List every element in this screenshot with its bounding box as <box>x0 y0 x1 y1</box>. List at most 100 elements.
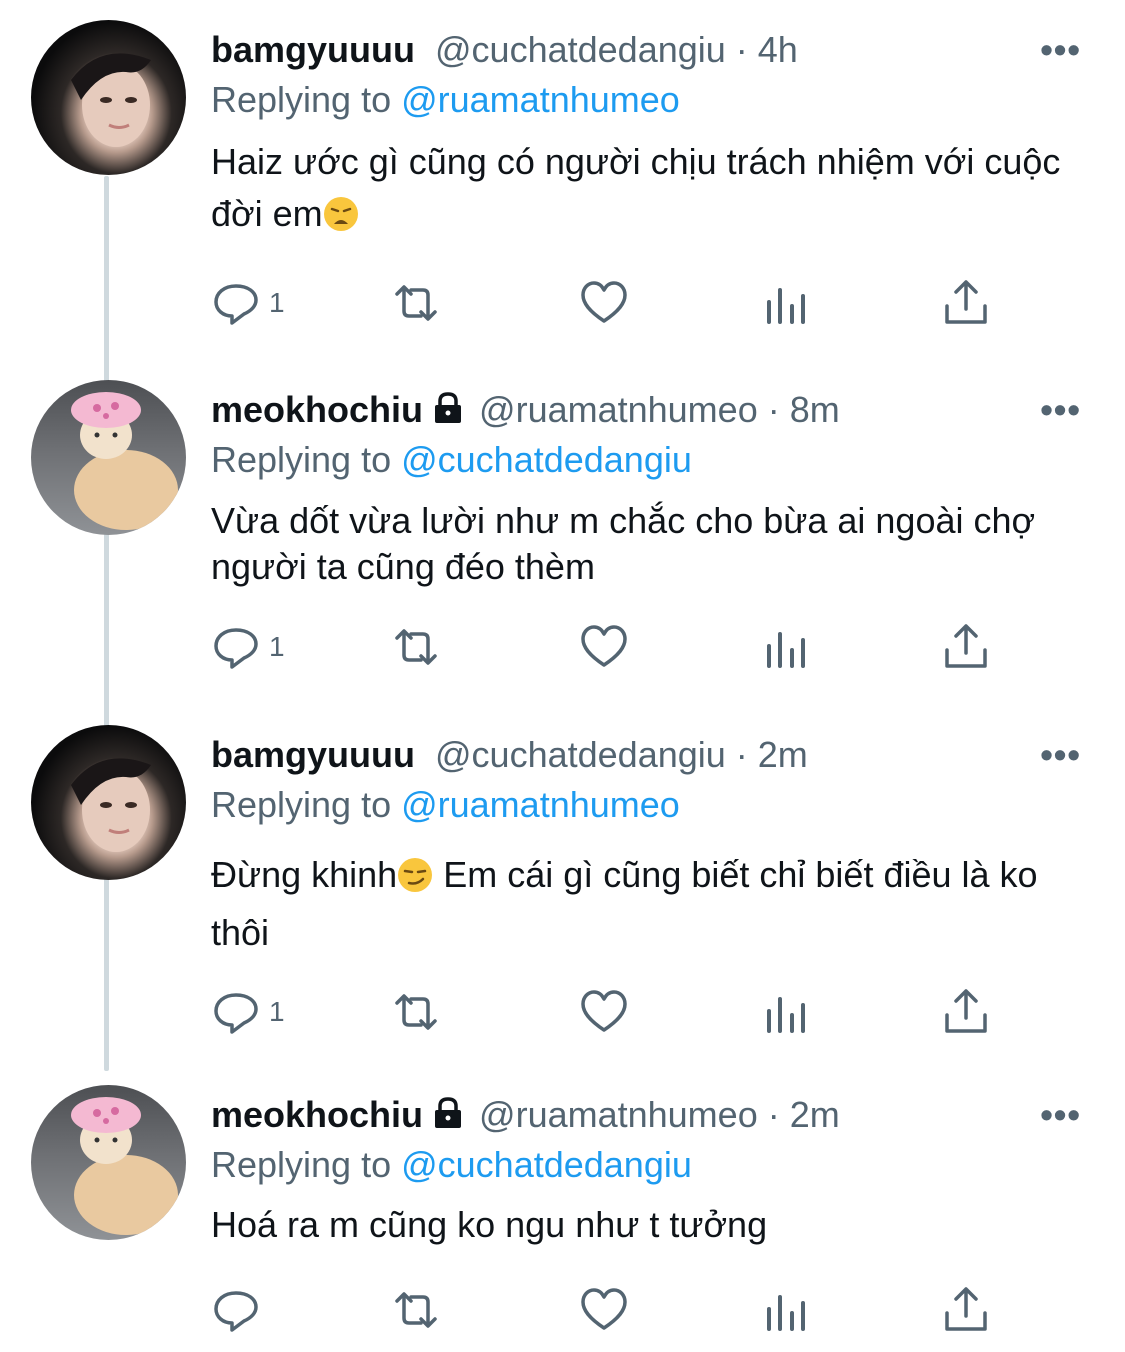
analytics-button[interactable] <box>761 987 811 1037</box>
display-name[interactable]: bamgyuuuu <box>211 29 415 70</box>
reply-button[interactable] <box>211 1285 269 1335</box>
lock-icon <box>431 391 465 435</box>
mention-link[interactable]: @ruamatnhumeo <box>401 79 680 120</box>
tweet-header: bamgyuuuu @cuchatdedangiu · 4h <box>211 28 1085 72</box>
retweet-icon <box>395 1292 437 1328</box>
tweet-text: Hoá ra m cũng ko ngu như t tưởng <box>211 1199 1091 1251</box>
replying-to-label: Replying to <box>211 784 402 825</box>
share-icon <box>945 989 987 1033</box>
share-button[interactable] <box>941 278 991 328</box>
avatar[interactable] <box>31 20 186 175</box>
tweet-text: Đừng khinh Em cái gì cũng biết chỉ biết … <box>211 849 1091 959</box>
heart-icon <box>581 281 627 323</box>
tweet-actions: 1 <box>211 278 1011 338</box>
user-handle[interactable]: @ruamatnhumeo <box>479 1094 758 1135</box>
separator-dot: · <box>725 734 758 775</box>
reply-count: 1 <box>269 631 285 662</box>
retweet-icon <box>395 285 437 321</box>
reply-icon <box>214 1291 258 1332</box>
retweet-icon <box>395 994 437 1030</box>
more-options-icon[interactable]: ••• <box>1040 392 1081 428</box>
analytics-icon <box>767 1295 805 1331</box>
timestamp[interactable]: 2m <box>790 1094 840 1135</box>
retweet-button[interactable] <box>391 622 441 672</box>
analytics-icon <box>767 632 805 668</box>
tweet-text-content: Vừa dốt vừa lười như m chắc cho bừa ai n… <box>211 500 1036 587</box>
reply-icon <box>214 993 258 1034</box>
more-options-icon[interactable]: ••• <box>1040 737 1081 773</box>
tweet[interactable]: bamgyuuuu @cuchatdedangiu · 2m ••• Reply… <box>0 725 1125 1085</box>
like-button[interactable] <box>579 1285 629 1335</box>
reply-count: 1 <box>269 996 285 1027</box>
analytics-icon <box>767 997 805 1033</box>
timestamp[interactable]: 4h <box>758 29 798 70</box>
replying-to-line: Replying to @ruamatnhumeo <box>211 783 680 827</box>
mention-link[interactable]: @cuchatdedangiu <box>401 1144 692 1185</box>
smirking-face-emoji-icon <box>397 855 433 907</box>
avatar[interactable] <box>31 725 186 880</box>
analytics-icon <box>767 288 805 324</box>
tweet-header: meokhochiu @ruamatnhumeo · 8m <box>211 388 1085 435</box>
reply-icon <box>214 628 258 669</box>
replying-to-label: Replying to <box>211 79 402 120</box>
replying-to-line: Replying to @ruamatnhumeo <box>211 78 680 122</box>
user-handle[interactable]: @cuchatdedangiu <box>435 29 726 70</box>
more-options-icon[interactable]: ••• <box>1040 32 1081 68</box>
more-options-icon[interactable]: ••• <box>1040 1097 1081 1133</box>
weary-face-emoji-icon <box>323 194 359 246</box>
share-icon <box>945 1287 987 1331</box>
retweet-button[interactable] <box>391 987 441 1037</box>
analytics-button[interactable] <box>761 622 811 672</box>
lock-icon <box>431 1096 465 1140</box>
avatar[interactable] <box>31 1085 186 1240</box>
tweet-text-content: Đừng khinh <box>211 854 398 895</box>
timestamp[interactable]: 8m <box>790 389 840 430</box>
share-button[interactable] <box>941 622 991 672</box>
share-icon <box>945 280 987 324</box>
display-name[interactable]: meokhochiu <box>211 389 423 430</box>
tweet-text: Haiz ước gì cũng có người chịu trách nhi… <box>211 136 1091 246</box>
reply-button[interactable]: 1 <box>211 622 285 672</box>
tweet[interactable]: meokhochiu @ruamatnhumeo · 8m ••• Replyin… <box>0 380 1125 740</box>
heart-icon <box>581 990 627 1032</box>
tweet-actions: 1 <box>211 987 1011 1047</box>
tweet-text-content: Hoá ra m cũng ko ngu như t tưởng <box>211 1204 768 1245</box>
share-button[interactable] <box>941 1285 991 1335</box>
reply-button[interactable]: 1 <box>211 278 285 328</box>
retweet-icon <box>395 629 437 665</box>
tweet-header: meokhochiu @ruamatnhumeo · 2m <box>211 1093 1085 1140</box>
retweet-button[interactable] <box>391 278 441 328</box>
reply-count: 1 <box>269 287 285 318</box>
separator-dot: · <box>757 1094 790 1135</box>
timestamp[interactable]: 2m <box>758 734 808 775</box>
replying-to-line: Replying to @cuchatdedangiu <box>211 1143 692 1187</box>
separator-dot: · <box>725 29 758 70</box>
like-button[interactable] <box>579 278 629 328</box>
tweet-header: bamgyuuuu @cuchatdedangiu · 2m <box>211 733 1085 777</box>
reply-button[interactable]: 1 <box>211 987 285 1037</box>
analytics-button[interactable] <box>761 1285 811 1335</box>
user-handle[interactable]: @ruamatnhumeo <box>479 389 758 430</box>
user-handle[interactable]: @cuchatdedangiu <box>435 734 726 775</box>
heart-icon <box>581 625 627 667</box>
display-name[interactable]: bamgyuuuu <box>211 734 415 775</box>
like-button[interactable] <box>579 987 629 1037</box>
tweet-text: Vừa dốt vừa lười như m chắc cho bừa ai n… <box>211 498 1091 590</box>
mention-link[interactable]: @cuchatdedangiu <box>401 439 692 480</box>
replying-to-label: Replying to <box>211 1144 402 1185</box>
separator-dot: · <box>757 389 790 430</box>
display-name[interactable]: meokhochiu <box>211 1094 423 1135</box>
avatar[interactable] <box>31 380 186 535</box>
tweet-actions: 1 <box>211 622 1011 682</box>
replying-to-line: Replying to @cuchatdedangiu <box>211 438 692 482</box>
reply-icon <box>214 284 258 325</box>
mention-link[interactable]: @ruamatnhumeo <box>401 784 680 825</box>
replying-to-label: Replying to <box>211 439 402 480</box>
heart-icon <box>581 1288 627 1330</box>
retweet-button[interactable] <box>391 1285 441 1335</box>
analytics-button[interactable] <box>761 278 811 328</box>
share-button[interactable] <box>941 987 991 1037</box>
tweet[interactable]: meokhochiu @ruamatnhumeo · 2m ••• Replyin… <box>0 1085 1125 1352</box>
tweet[interactable]: bamgyuuuu @cuchatdedangiu · 4h ••• Reply… <box>0 20 1125 380</box>
like-button[interactable] <box>579 622 629 672</box>
